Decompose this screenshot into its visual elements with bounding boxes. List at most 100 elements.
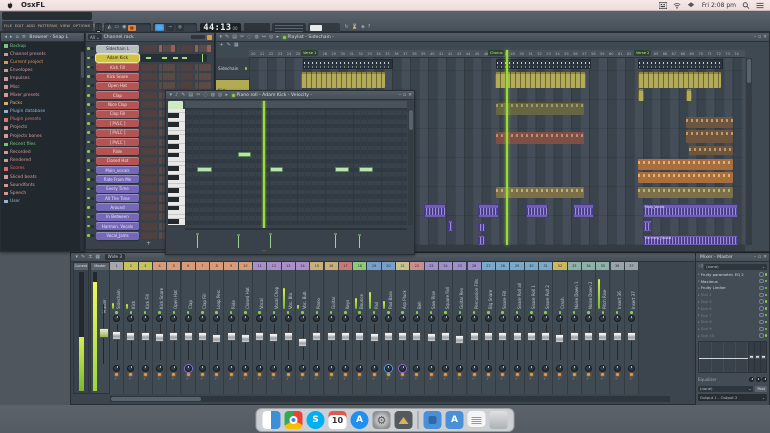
pan-knob[interactable] — [484, 314, 492, 322]
step-cell[interactable] — [141, 129, 145, 137]
fx-slot-5[interactable]: ▸ Slot 5 — [696, 298, 769, 305]
piano-keyboard[interactable] — [168, 109, 185, 225]
track-number-tab[interactable]: 8 — [210, 262, 224, 270]
fader-thumb[interactable] — [355, 331, 365, 341]
fader-thumb[interactable] — [441, 331, 451, 341]
pan-knob[interactable] — [313, 314, 321, 322]
step-cell[interactable] — [141, 157, 145, 165]
midi-note[interactable] — [335, 167, 349, 172]
mixer-track-19[interactable]: 19 Pad · · + · — [367, 262, 382, 394]
fader-thumb[interactable] — [340, 331, 350, 341]
stereo-knob[interactable] — [442, 364, 450, 372]
pattern-preview[interactable] — [141, 53, 207, 62]
step-cell[interactable] — [189, 45, 193, 52]
step-cell[interactable] — [153, 175, 157, 183]
step-cell[interactable] — [158, 119, 163, 127]
mixer-track-16[interactable]: 16 Guitar · · + · — [324, 262, 339, 394]
mixer-track-2[interactable]: 2 Kick · · + · — [124, 262, 139, 394]
minimize-icon[interactable]: – — [399, 93, 401, 98]
volume-fader[interactable] — [253, 323, 266, 361]
mixer-track-35[interactable]: 35 Pitch Rise · · + · — [596, 262, 611, 394]
fx-lamp[interactable] — [129, 372, 133, 376]
cut-icon[interactable]: ✂ — [240, 34, 244, 40]
channel-mute-led[interactable] — [87, 140, 90, 144]
track-enable-led[interactable] — [515, 311, 519, 314]
channel-button-open-hat[interactable]: Open Hat — [96, 81, 139, 90]
metronome-icon[interactable]: ◭ — [108, 25, 112, 30]
slot-mix-knob[interactable] — [759, 306, 764, 311]
pan-knob[interactable] — [127, 314, 135, 322]
volume-fader[interactable] — [296, 323, 309, 361]
track-enable-led[interactable] — [358, 311, 361, 314]
step-cell[interactable] — [145, 82, 149, 90]
track-enable-led[interactable] — [615, 311, 619, 314]
step-cell[interactable] — [141, 213, 145, 221]
fx-lamp[interactable] — [615, 372, 619, 376]
pan-knob[interactable] — [184, 314, 192, 322]
channel-button--pvlc-[interactable]: [ PVLC ] — [96, 138, 139, 146]
slot-enable-led[interactable] — [764, 300, 767, 303]
track-number-tab[interactable]: 26 — [467, 262, 481, 270]
step-cell[interactable] — [141, 119, 145, 127]
dock-icon-textedit[interactable] — [467, 411, 486, 429]
channel-button-all-the-time[interactable]: All The Time — [96, 194, 139, 203]
fader-thumb[interactable] — [240, 334, 250, 344]
dock-icon-calendar[interactable]: 10 — [328, 411, 347, 429]
clip-audio[interactable] — [478, 223, 485, 232]
step-cell[interactable] — [141, 203, 145, 211]
slot-mix-knob[interactable] — [759, 278, 764, 284]
fx-lamp[interactable] — [415, 372, 419, 376]
channel-pan-knob[interactable] — [91, 168, 94, 172]
browser-item-sliced-beats[interactable]: Sliced beats — [1, 173, 84, 181]
step-cell[interactable] — [158, 175, 163, 183]
step-cell[interactable] — [145, 129, 149, 137]
slot-mix-knob[interactable] — [759, 333, 764, 338]
mixer-track-12[interactable]: 12 Vocal Chop · · + · — [267, 262, 282, 394]
preview-icon[interactable]: ▸ — [276, 34, 279, 40]
fx-lamp[interactable] — [272, 372, 276, 376]
track-number-tab[interactable]: 2 — [124, 262, 138, 270]
step-cell[interactable] — [145, 73, 149, 81]
track-number-tab[interactable]: 35 — [596, 262, 610, 270]
pan-knob[interactable] — [227, 314, 235, 322]
step-cell[interactable] — [141, 222, 145, 230]
pan-knob[interactable] — [556, 314, 564, 322]
clip-audio[interactable] — [424, 204, 446, 218]
step-cell[interactable] — [163, 63, 167, 71]
step-cell[interactable] — [145, 157, 149, 165]
cut-icon[interactable]: ✂ — [196, 92, 200, 98]
track-enable-led[interactable] — [444, 311, 447, 314]
track-number-tab[interactable]: 5 — [167, 262, 181, 270]
volume-fader[interactable] — [167, 323, 180, 361]
browser-item-envelopes[interactable]: Envelopes — [1, 67, 84, 75]
clip-ticks[interactable] — [638, 59, 723, 69]
pan-knob[interactable] — [341, 314, 349, 322]
close-icon[interactable]: ✕ — [408, 93, 412, 98]
clip-tan[interactable] — [638, 187, 733, 198]
volume-fader[interactable] — [239, 323, 252, 361]
channel-mute-led[interactable] — [87, 56, 90, 60]
current-track-strip[interactable]: Current — [73, 262, 89, 394]
fx-lamp[interactable] — [158, 372, 162, 376]
stereo-knob[interactable] — [542, 364, 550, 372]
track-enable-led[interactable] — [501, 311, 504, 314]
step-cell[interactable] — [153, 73, 157, 81]
channel-pan-knob[interactable] — [91, 187, 94, 191]
velocity-handle[interactable] — [269, 232, 272, 235]
mixer-track-5[interactable]: 5 Open Hat · · + · — [167, 262, 182, 394]
step-cell[interactable] — [158, 110, 163, 118]
volume-fader[interactable] — [196, 323, 209, 361]
typing-keyboard-toggle[interactable]: ▦ — [127, 24, 136, 31]
fx-lamp[interactable] — [515, 372, 519, 376]
track-enable-led[interactable] — [344, 311, 347, 314]
mixer-track-36[interactable]: 36 Insert 36 · · + · — [610, 262, 625, 394]
step-cell[interactable] — [149, 45, 153, 52]
pan-knob[interactable] — [370, 314, 378, 322]
wifi-icon[interactable] — [673, 2, 681, 9]
home-icon[interactable]: ⌂ — [16, 34, 19, 40]
channel-pan-knob[interactable] — [91, 131, 94, 135]
step-cell[interactable] — [158, 203, 163, 211]
step-cell[interactable] — [141, 82, 145, 90]
track-number-tab[interactable]: 23 — [424, 262, 438, 270]
step-cell[interactable] — [145, 185, 149, 193]
